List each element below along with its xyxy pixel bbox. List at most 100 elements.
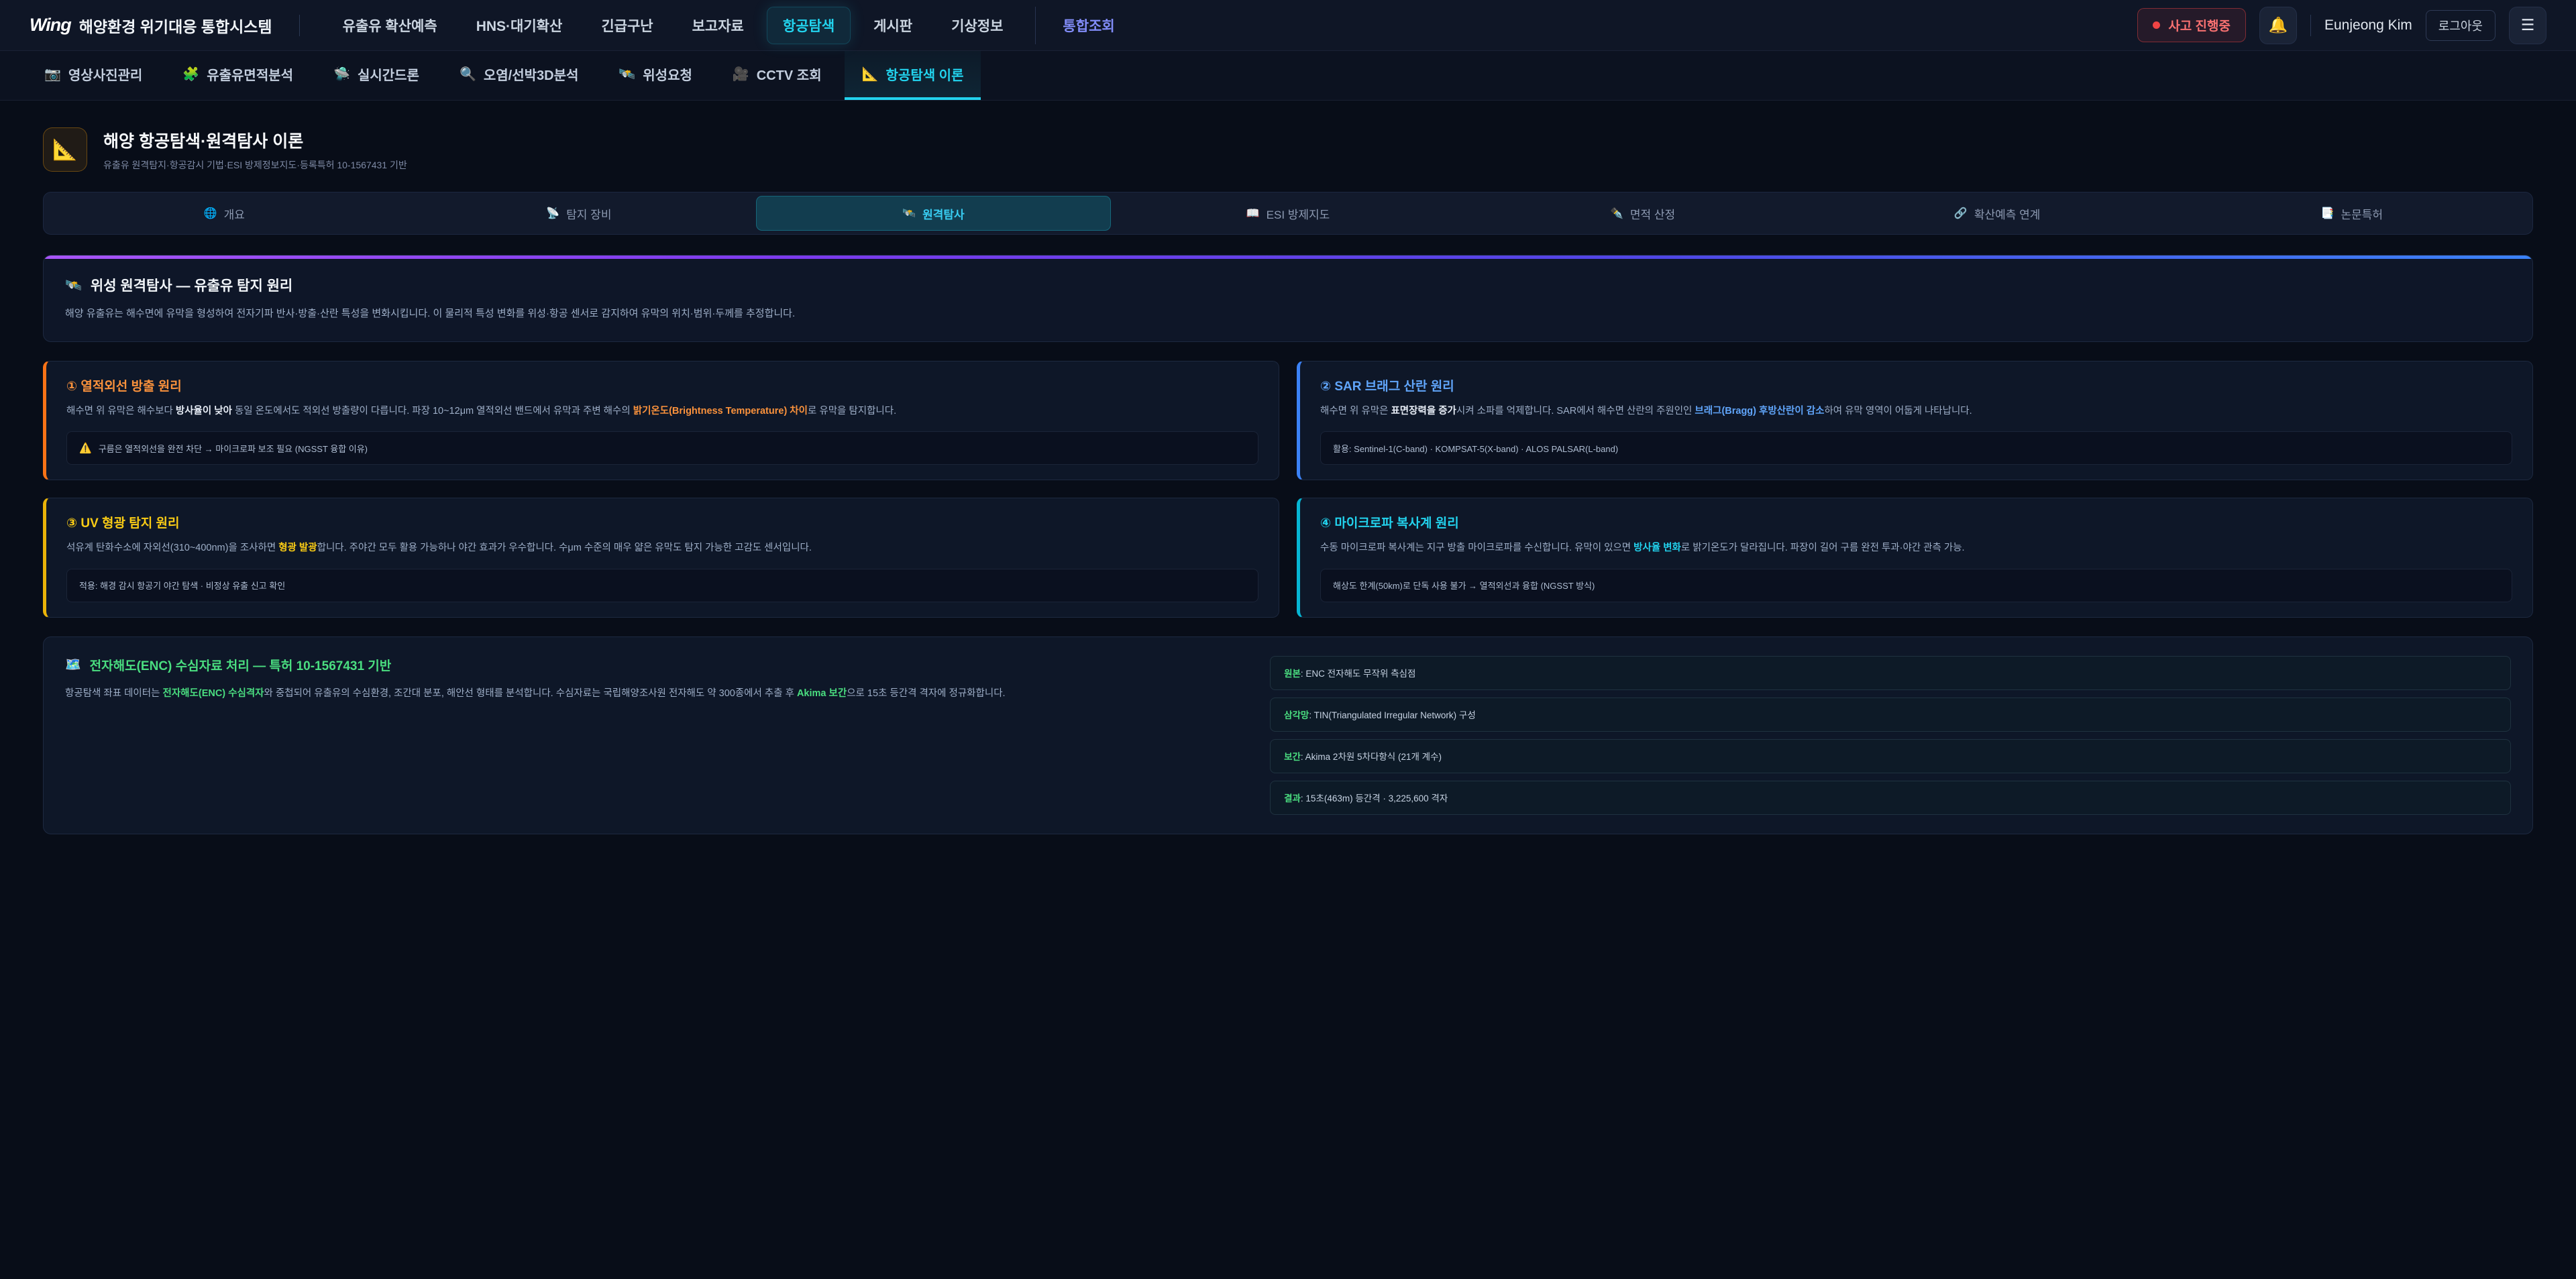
nav-item[interactable]: HNS·대기확산 [460,7,579,44]
puzzle-icon: 🧩 [182,66,199,82]
subnav-tab[interactable]: 📷영상사진관리 [27,51,160,100]
enc-section-card: 🗺️ 전자해도(ENC) 수심자료 처리 — 특허 10-1567431 기반 … [43,636,2533,834]
principle-card-body: 해수면 위 유막은 표면장력을 증가시켜 소파를 억제합니다. SAR에서 해수… [1320,404,2512,419]
satellite-icon: 🛰️ [902,207,916,220]
navbar-left: Wing 해양환경 위기대응 통합시스템 유출유 확산예측HNS·대기확산긴급구… [30,7,1131,44]
content-area: 📐 해양 항공탐색·원격탐사 이론 유출유 원격탐지·항공감시 기법·ESI 방… [0,101,2576,857]
text-segment: 표면장력을 증가 [1391,406,1456,416]
pill-tab-label: 개요 [224,205,245,222]
intro-card-body: 🛰️ 위성 원격탐사 — 유출유 탐지 원리 해양 유출유는 해수면에 유막을 … [44,259,2532,341]
enc-step: 삼각망 : TIN(Triangulated Irregular Network… [1270,698,2511,732]
status-dot-icon [2153,21,2160,29]
pill-tab-label: 원격탐사 [922,205,965,222]
triangle-ruler-icon: 📐 [52,138,77,162]
text-segment: 로 유막을 탐지합니다. [808,406,896,416]
nav-item[interactable]: 항공탐색 [767,7,851,44]
principle-card-note-text: 적용: 해경 감시 항공기 야간 탐색 · 비정상 유출 신고 확인 [79,579,285,592]
satellite-icon: 🛰️ [619,66,635,82]
subnav-tab[interactable]: 🛸실시간드론 [316,51,437,100]
pill-tab[interactable]: 🔗확산예측 연계 [1820,196,2175,231]
subnav-tab-label: 영상사진관리 [68,64,142,84]
user-name: Eunjeong Kim [2324,17,2412,34]
principle-card-title: ② SAR 브래그 산란 원리 [1320,376,2512,394]
app-title: 해양환경 위기대응 통합시스템 [79,14,272,37]
text-segment: 해수면 위 유막은 해수보다 [66,406,176,416]
pill-tab[interactable]: ✒️면적 산정 [1465,196,1820,231]
text-segment: 합니다. 주야간 모두 활용 가능하나 야간 효과가 우수합니다. 수μm 수준… [317,543,812,553]
principle-card: ④ 마이크로파 복사계 원리수동 마이크로파 복사계는 지구 방출 마이크로파를… [1297,498,2533,617]
text-segment: 와 중첩되어 유출유의 수심환경, 조간대 분포, 해안선 형태를 분석합니다.… [264,688,797,699]
notification-bell-button[interactable]: 🔔 [2259,7,2297,44]
subnav-tab-label: 오염/선박3D분석 [484,64,579,84]
principle-card-note-text: 구름은 열적외선을 완전 차단 → 마이크로파 보조 필요 (NGSST 융합 … [99,442,368,455]
subnav-tab[interactable]: 🧩 유출유면적분석 [165,51,311,100]
sub-navigation: 📷영상사진관리 🧩 유출유면적분석 🛸실시간드론 🔍 오염/선박3D분석 🛰️ 위성요청 🎥CC… [0,51,2576,101]
nav-item[interactable]: 기상정보 [935,7,1019,44]
nav-divider [2310,15,2311,36]
pill-tab-label: 탐지 장비 [566,205,611,222]
intro-section-description: 해양 유출유는 해수면에 유막을 형성하여 전자기파 반사·방출·산란 특성을 … [65,306,2511,321]
principle-card-body: 해수면 위 유막은 해수보다 방사율이 낮아 동일 온도에서도 적외선 방출량이… [66,404,1258,419]
pill-tab[interactable]: 📡탐지 장비 [402,196,757,231]
status-badge-label: 사고 진행중 [2168,16,2231,34]
enc-step-text: : 15초(463m) 등간격 · 3,225,600 격자 [1301,791,1448,804]
intro-section-title-row: 🛰️ 위성 원격탐사 — 유출유 탐지 원리 [65,275,2511,295]
nav-item[interactable]: 통합조회 [1035,7,1130,44]
principle-card-note: 해상도 한계(50km)로 단독 사용 불가 → 열적외선과 융합 (NGSST… [1320,569,2512,602]
text-segment: Akima 보간 [797,688,847,699]
nav-item[interactable]: 긴급구난 [585,7,669,44]
map-icon: 🗺️ [65,657,81,673]
text-segment: 로 밝기온도가 달라집니다. 파장이 길어 구름 완전 투과·야간 관측 가능. [1681,543,1965,553]
text-segment: 브래그(Bragg) 후방산란이 감소 [1695,406,1824,416]
incident-status-badge[interactable]: 사고 진행중 [2137,8,2246,42]
text-segment: 해수면 위 유막은 [1320,406,1391,416]
nav-divider [299,15,300,36]
principle-card-body: 수동 마이크로파 복사계는 지구 방출 마이크로파를 수신합니다. 유막이 있으… [1320,541,2512,556]
remote-sensing-intro-card: 🛰️ 위성 원격탐사 — 유출유 탐지 원리 해양 유출유는 해수면에 유막을 … [43,255,2533,342]
subnav-tab[interactable]: 🔍 오염/선박3D분석 [442,51,596,100]
page-subtitle: 유출유 원격탐지·항공감시 기법·ESI 방제정보지도·등록특허 10-1567… [103,158,407,172]
text-segment: 밝기온도(Brightness Temperature) 차이 [633,406,808,416]
principle-card-note: 적용: 해경 감시 항공기 야간 탐색 · 비정상 유출 신고 확인 [66,569,1258,602]
satellite-icon: 🛰️ [65,277,82,294]
principle-card-note: ⚠️구름은 열적외선을 완전 차단 → 마이크로파 보조 필요 (NGSST 융… [66,431,1258,465]
enc-step-label: 보간 [1284,749,1301,763]
link-icon: 🔗 [1954,207,1968,220]
text-segment: 전자해도(ENC) 수심격자 [163,688,264,699]
enc-step: 결과 : 15초(463m) 등간격 · 3,225,600 격자 [1270,781,2511,815]
hamburger-menu-button[interactable]: ☰ [2509,7,2546,44]
enc-section-description: 항공탐색 좌표 데이터는 전자해도(ENC) 수심격자와 중첩되어 유출유의 수… [65,686,1239,702]
text-segment: 시켜 소파를 억제합니다. SAR에서 해수면 산란의 주원인인 [1456,406,1695,416]
logout-button[interactable]: 로그아웃 [2426,10,2496,41]
principle-card-note: 활용: Sentinel-1(C-band) · KOMPSAT-5(X-ban… [1320,431,2512,465]
pill-tab[interactable]: 📖ESI 방제지도 [1111,196,1466,231]
pill-tab[interactable]: 🌐개요 [47,196,402,231]
text-segment: 항공탐색 좌표 데이터는 [65,688,163,699]
nav-item[interactable]: 유출유 확산예측 [327,7,453,44]
enc-step-text: : Akima 2차원 5차다항식 (21개 계수) [1301,749,1442,763]
pill-tab-label: 논문특허 [2341,205,2383,222]
principle-card-title: ④ 마이크로파 복사계 원리 [1320,513,2512,531]
principle-card-title: ① 열적외선 방출 원리 [66,376,1258,394]
principle-card: ② SAR 브래그 산란 원리해수면 위 유막은 표면장력을 증가시켜 소파를 … [1297,361,2533,480]
page-title: 해양 항공탐색·원격탐사 이론 [103,128,407,152]
subnav-tab[interactable]: 📐항공탐색 이론 [845,51,981,100]
pill-tab[interactable]: 📑논문특허 [2174,196,2529,231]
subnav-tab[interactable]: 🛰️ 위성요청 [601,51,710,100]
text-segment: 방사율 변화 [1633,543,1681,553]
nav-item[interactable]: 보고자료 [676,7,760,44]
text-segment: 으로 15초 등간격 격자에 정규화합니다. [847,688,1005,699]
subnav-tab[interactable]: 🎥CCTV 조회 [715,51,839,100]
magnifier-icon: 🔍 [460,66,476,82]
text-segment: 방사율이 낮아 [176,406,232,416]
intro-section-title: 위성 원격탐사 — 유출유 탐지 원리 [91,275,292,295]
subnav-tab-label: 위성요청 [643,64,692,84]
enc-step-text: : ENC 전자해도 무작위 측심점 [1301,666,1415,679]
subnav-tab-label: 유출유면적분석 [207,64,293,84]
nav-item[interactable]: 게시판 [857,7,928,44]
main-menu: 유출유 확산예측HNS·대기확산긴급구난보고자료항공탐색게시판기상정보 통합조회 [327,7,1131,44]
principle-card-body: 석유계 탄화수소에 자외선(310~400nm)을 조사하면 형광 발광합니다.… [66,541,1258,556]
pen-icon: ✒️ [1610,207,1623,220]
pill-tab[interactable]: 🛰️ 원격탐사 [756,196,1111,231]
enc-section-left: 🗺️ 전자해도(ENC) 수심자료 처리 — 특허 10-1567431 기반 … [65,656,1239,815]
